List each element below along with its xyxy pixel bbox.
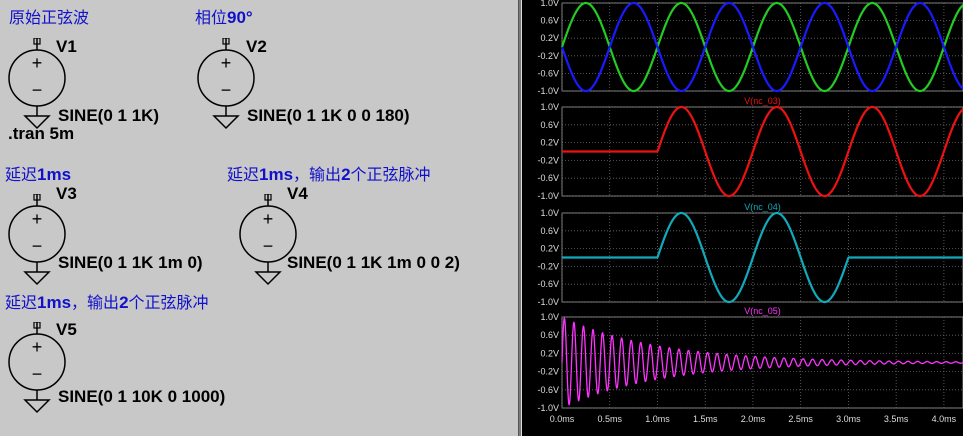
y-tick-label: 1.0V bbox=[540, 102, 559, 112]
minus-icon: − bbox=[32, 236, 43, 256]
plot-title: V(nc_05) bbox=[744, 306, 781, 316]
x-tick-label: 2.5ms bbox=[788, 414, 813, 424]
plus-icon: + bbox=[263, 209, 274, 229]
source-name-v3: V3 bbox=[56, 184, 77, 203]
voltage-source-icon-v4[interactable]: + − bbox=[238, 194, 302, 290]
x-tick-label: 0.5ms bbox=[597, 414, 622, 424]
block-title-v5: 延迟1ms，输出2个正弦脉冲 bbox=[5, 293, 209, 312]
plus-icon: + bbox=[32, 209, 43, 229]
x-tick-label: 3.0ms bbox=[836, 414, 861, 424]
y-tick-label: 0.6V bbox=[540, 226, 559, 236]
source-spec-v2[interactable]: SINE(0 1 1K 0 0 180) bbox=[247, 106, 410, 126]
x-tick-label: 4.0ms bbox=[932, 414, 957, 424]
block-title-v4: 延迟1ms，输出2个正弦脉冲 bbox=[227, 165, 431, 184]
y-tick-label: -0.6V bbox=[537, 173, 559, 183]
source-name-v1: V1 bbox=[56, 37, 77, 56]
series-line bbox=[562, 105, 963, 198]
source-name-v4: V4 bbox=[287, 184, 308, 203]
tran-directive[interactable]: .tran 5m bbox=[8, 124, 74, 144]
y-tick-label: -0.2V bbox=[537, 367, 559, 377]
source-spec-v5[interactable]: SINE(0 1 10K 0 1000) bbox=[58, 387, 225, 407]
source-spec-v4[interactable]: SINE(0 1 1K 1m 0 0 2) bbox=[287, 253, 460, 273]
y-tick-label: 0.6V bbox=[540, 120, 559, 130]
voltage-source-icon-v3[interactable]: + − bbox=[7, 194, 71, 290]
y-tick-label: -0.2V bbox=[537, 261, 559, 271]
minus-icon: − bbox=[32, 80, 43, 100]
y-tick-label: 0.2V bbox=[540, 244, 559, 254]
y-tick-label: 1.0V bbox=[540, 0, 559, 8]
y-tick-label: -1.0V bbox=[537, 403, 559, 413]
x-tick-label: 2.0ms bbox=[741, 414, 766, 424]
series-line bbox=[561, 317, 963, 406]
y-tick-label: 0.2V bbox=[540, 138, 559, 148]
waveform-viewer[interactable]: 1.0V 0.6V 0.2V -0.2V -0.6V -1.0V 1.0V 0.6V 0.2V -… bbox=[522, 0, 963, 436]
y-tick-label: -1.0V bbox=[537, 191, 559, 201]
minus-icon: − bbox=[221, 80, 232, 100]
source-name-v2: V2 bbox=[246, 37, 267, 56]
y-tick-label: -1.0V bbox=[537, 297, 559, 307]
plot-title: V(nc_04) bbox=[744, 202, 781, 212]
schematic-panel[interactable]: 原始正弦波 + − V1 SINE(0 1 1K) .tran 5m 相位90°… bbox=[0, 0, 518, 436]
source-spec-v3[interactable]: SINE(0 1 1K 1m 0) bbox=[58, 253, 203, 273]
y-tick-label: 0.6V bbox=[540, 16, 559, 26]
y-tick-label: -1.0V bbox=[537, 86, 559, 96]
x-tick-label: 1.0ms bbox=[645, 414, 670, 424]
y-tick-label: -0.6V bbox=[537, 279, 559, 289]
source-name-v5: V5 bbox=[56, 320, 77, 339]
y-tick-label: 1.0V bbox=[540, 208, 559, 218]
minus-icon: − bbox=[263, 236, 274, 256]
x-tick-label: 3.5ms bbox=[884, 414, 909, 424]
block-title-v2: 相位90° bbox=[195, 8, 253, 27]
block-title-v1: 原始正弦波 bbox=[9, 8, 90, 27]
source-spec-v1[interactable]: SINE(0 1 1K) bbox=[58, 106, 159, 126]
y-tick-label: -0.2V bbox=[537, 155, 559, 165]
y-tick-label: 1.0V bbox=[540, 312, 559, 322]
y-tick-label: 0.2V bbox=[540, 348, 559, 358]
ground-icon bbox=[254, 271, 282, 286]
plus-icon: + bbox=[32, 53, 43, 73]
x-tick-label: 0.0ms bbox=[550, 414, 575, 424]
y-tick-label: -0.6V bbox=[537, 68, 559, 78]
ground-icon bbox=[23, 399, 51, 414]
x-tick-label: 1.5ms bbox=[693, 414, 718, 424]
y-tick-label: 0.6V bbox=[540, 330, 559, 340]
plot-title: V(nc_03) bbox=[744, 96, 781, 106]
y-tick-label: -0.6V bbox=[537, 385, 559, 395]
y-tick-label: 0.2V bbox=[540, 33, 559, 43]
plus-icon: + bbox=[32, 337, 43, 357]
block-title-v3: 延迟1ms bbox=[5, 165, 72, 184]
y-tick-label: -0.2V bbox=[537, 51, 559, 61]
waveform-plots[interactable]: 1.0V 0.6V 0.2V -0.2V -0.6V -1.0V 1.0V 0.6V 0.2V -… bbox=[522, 0, 963, 436]
ground-icon bbox=[212, 115, 240, 130]
minus-icon: − bbox=[32, 364, 43, 384]
series-line bbox=[562, 211, 963, 304]
ground-icon bbox=[23, 271, 51, 286]
plus-icon: + bbox=[221, 53, 232, 73]
